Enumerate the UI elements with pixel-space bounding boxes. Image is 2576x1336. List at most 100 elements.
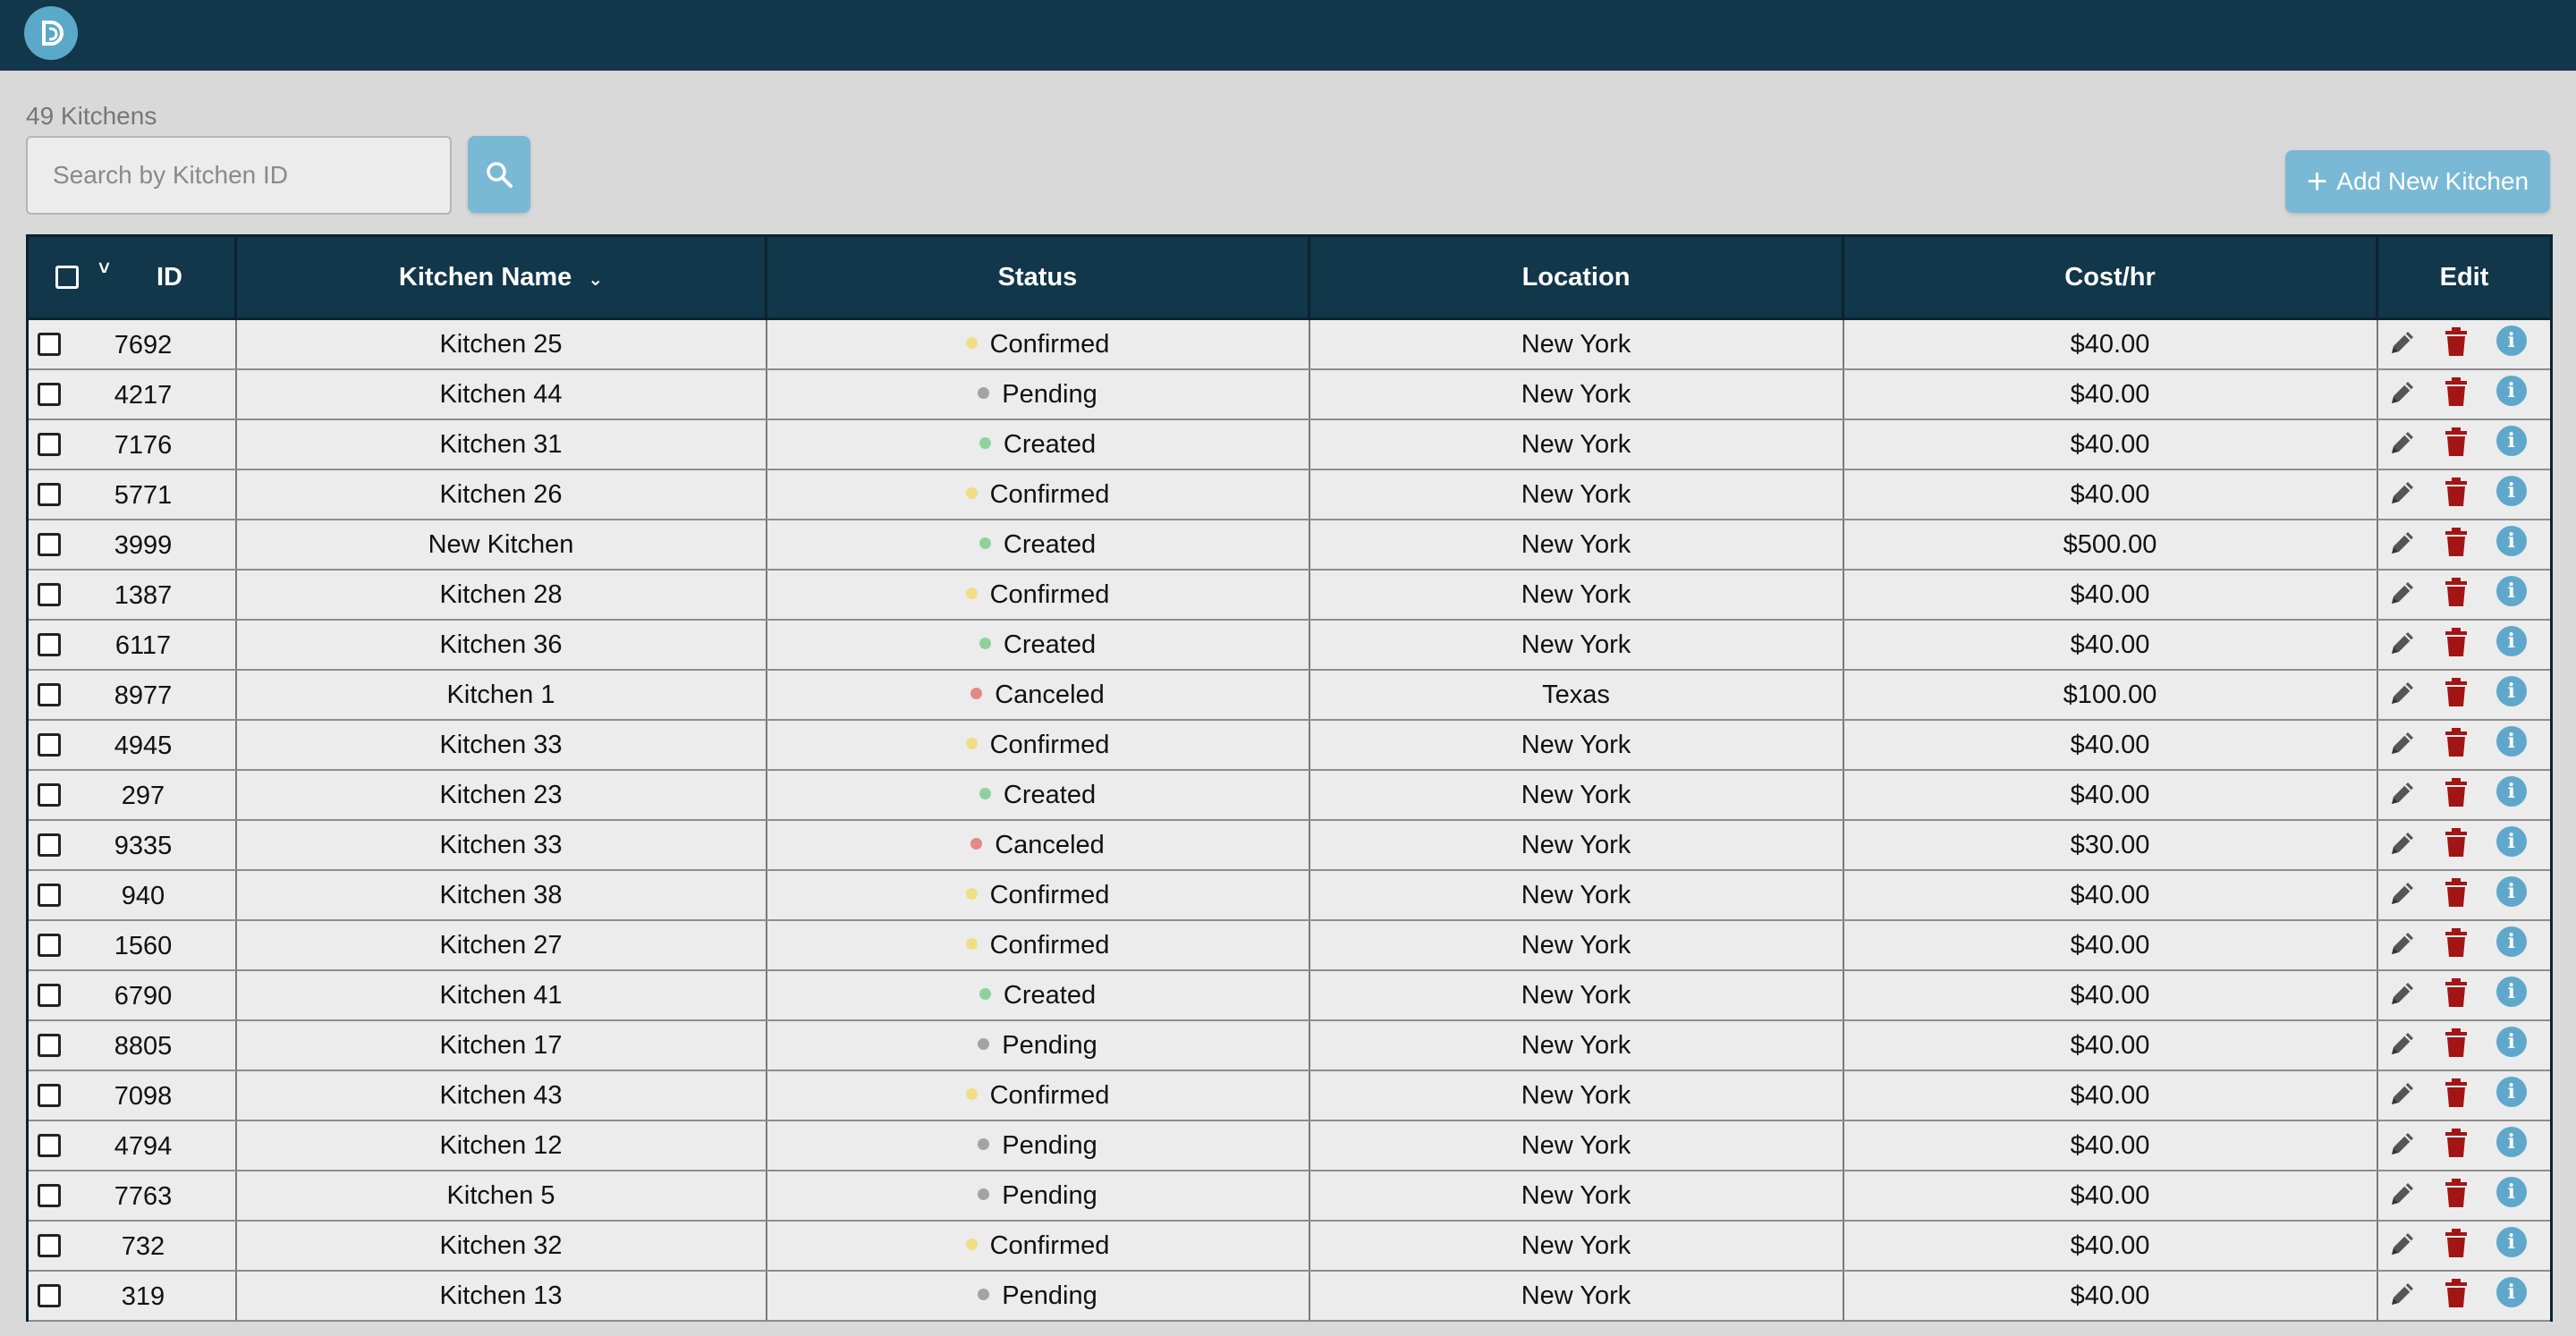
row-checkbox[interactable] [38,1184,61,1207]
pencil-icon[interactable] [2387,1229,2418,1266]
info-icon[interactable]: i [2496,676,2527,706]
info-icon[interactable]: i [2496,1127,2527,1157]
pencil-icon[interactable] [2387,478,2418,515]
info-icon[interactable]: i [2496,726,2527,757]
trash-icon[interactable] [2445,578,2468,613]
pencil-icon[interactable] [2387,327,2418,365]
row-checkbox[interactable] [38,583,61,606]
pencil-icon[interactable] [2387,1078,2418,1116]
trash-icon[interactable] [2445,1028,2468,1064]
table-row: 319 Kitchen 13 Pending New York $40.00 i [26,1271,2553,1322]
info-icon[interactable]: i [2496,626,2527,656]
trash-icon[interactable] [2445,928,2468,964]
pencil-icon[interactable] [2387,878,2418,916]
search-button[interactable] [468,136,530,213]
info-icon[interactable]: i [2496,977,2527,1007]
edit-actions: i [2376,369,2553,420]
info-icon[interactable]: i [2496,326,2527,356]
row-checkbox[interactable] [38,433,61,456]
pencil-icon[interactable] [2387,528,2418,565]
info-icon[interactable]: i [2496,376,2527,406]
trash-icon[interactable] [2445,427,2468,463]
app-logo[interactable] [24,6,78,60]
info-icon[interactable]: i [2496,426,2527,456]
row-checkbox[interactable] [38,533,61,556]
trash-icon[interactable] [2445,978,2468,1014]
pencil-icon[interactable] [2387,1028,2418,1066]
info-icon[interactable]: i [2496,1027,2527,1057]
trash-icon[interactable] [2445,778,2468,814]
row-checkbox[interactable] [38,633,61,656]
row-checkbox[interactable] [38,934,61,957]
cost-per-hour: $30.00 [1842,820,2377,871]
trash-icon[interactable] [2445,1078,2468,1114]
search-input[interactable] [26,136,452,215]
info-icon[interactable]: i [2496,776,2527,807]
column-header-kitchen-name[interactable]: Kitchen Name ⌄ [234,234,767,320]
pencil-icon[interactable] [2387,778,2418,816]
row-checkbox[interactable] [38,783,61,807]
trash-icon[interactable] [2445,478,2468,513]
pencil-icon[interactable] [2387,978,2418,1016]
pencil-icon[interactable] [2387,1279,2418,1316]
pencil-icon[interactable] [2387,928,2418,966]
trash-icon[interactable] [2445,528,2468,563]
pencil-icon[interactable] [2387,578,2418,615]
trash-icon[interactable] [2445,1279,2468,1315]
trash-icon[interactable] [2445,728,2468,764]
kitchen-id: 5771 [114,481,173,510]
info-icon[interactable]: i [2496,926,2527,957]
chevron-down-icon[interactable]: ˅ [98,257,110,280]
row-checkbox[interactable] [38,333,61,356]
trash-icon[interactable] [2445,628,2468,664]
pencil-icon[interactable] [2387,628,2418,665]
info-icon[interactable]: i [2496,1277,2527,1307]
pencil-icon[interactable] [2387,377,2418,415]
row-checkbox[interactable] [38,984,61,1007]
trash-icon[interactable] [2445,678,2468,714]
add-new-kitchen-button[interactable]: + Add New Kitchen [2285,150,2550,213]
info-icon[interactable]: i [2496,576,2527,606]
info-icon[interactable]: i [2496,526,2527,556]
info-icon[interactable]: i [2496,476,2527,506]
row-checkbox[interactable] [38,1034,61,1057]
info-icon[interactable]: i [2496,1177,2527,1207]
select-all-checkbox[interactable] [55,266,79,289]
info-icon[interactable]: i [2496,876,2527,907]
row-checkbox[interactable] [38,1234,61,1257]
info-icon[interactable]: i [2496,1227,2527,1257]
pencil-icon[interactable] [2387,728,2418,765]
trash-icon[interactable] [2445,327,2468,363]
column-header-edit: Edit [2376,234,2553,320]
table-row: 7176 Kitchen 31 Created New York $40.00 [26,419,2553,470]
pencil-icon[interactable] [2387,1129,2418,1166]
row-checkbox[interactable] [38,1134,61,1157]
pencil-icon[interactable] [2387,678,2418,715]
trash-icon[interactable] [2445,1179,2468,1214]
trash-icon[interactable] [2445,1229,2468,1264]
sort-chevron-icon[interactable]: ⌄ [588,270,603,290]
row-checkbox[interactable] [38,733,61,757]
status-cell: Created [765,970,1309,1021]
trash-icon[interactable] [2445,828,2468,864]
trash-icon[interactable] [2445,878,2468,914]
cost-per-hour: $40.00 [1842,920,2377,971]
row-checkbox[interactable] [38,833,61,857]
trash-icon[interactable] [2445,1129,2468,1164]
info-icon[interactable]: i [2496,1077,2527,1107]
row-checkbox[interactable] [38,383,61,406]
row-checkbox[interactable] [38,483,61,506]
search-icon [487,162,513,188]
pencil-icon[interactable] [2387,1179,2418,1216]
row-checkbox[interactable] [38,884,61,907]
row-checkbox[interactable] [38,1084,61,1107]
pencil-icon[interactable] [2387,828,2418,866]
kitchen-id: 297 [121,782,165,810]
row-checkbox[interactable] [38,1284,61,1307]
info-icon[interactable]: i [2496,826,2527,857]
trash-icon[interactable] [2445,377,2468,413]
pencil-icon[interactable] [2387,427,2418,465]
edit-actions: i [2376,1120,2553,1171]
row-checkbox[interactable] [38,683,61,706]
status-cell: Pending [765,1271,1309,1322]
